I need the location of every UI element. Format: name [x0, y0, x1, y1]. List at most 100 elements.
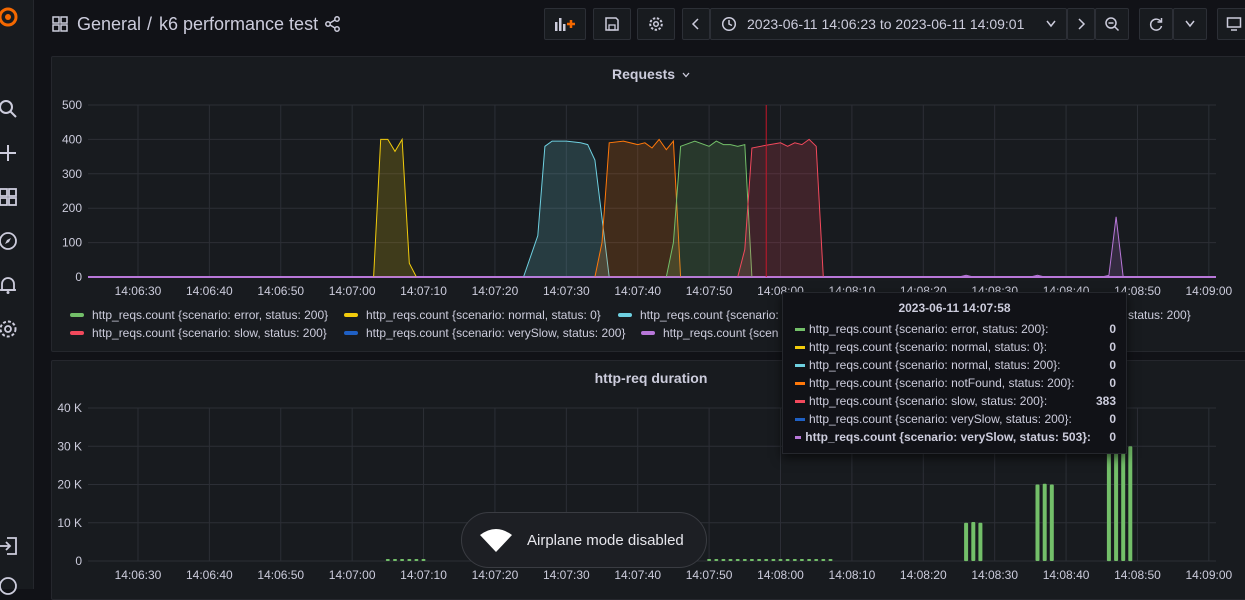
- save-icon: [605, 17, 619, 31]
- x-tick-label: 14:06:40: [186, 284, 233, 298]
- toast-message: Airplane mode disabled: [527, 531, 684, 549]
- x-tick-label: 14:06:50: [257, 284, 304, 298]
- tooltip-value: 0: [1109, 340, 1116, 354]
- time-shift-back-button[interactable]: [682, 8, 710, 40]
- tooltip-value: 383: [1095, 394, 1116, 408]
- legend-item-partial[interactable]: status: 200}: [1128, 308, 1191, 322]
- duration-bar: [742, 559, 747, 561]
- x-tick-label: 14:07:30: [543, 284, 590, 298]
- explore-compass-icon[interactable]: [0, 230, 19, 252]
- series-area: [523, 141, 610, 277]
- x-tick-label: 14:08:20: [900, 568, 947, 582]
- chevron-down-icon: [1046, 20, 1056, 28]
- share-icon[interactable]: [324, 15, 342, 33]
- refresh-button[interactable]: [1139, 8, 1173, 40]
- y-tick-label: 100: [62, 236, 82, 250]
- gear-icon: [649, 17, 663, 31]
- duration-bar: [1049, 484, 1054, 561]
- duration-bar: [421, 559, 426, 561]
- refresh-interval-dropdown[interactable]: [1173, 8, 1207, 40]
- duration-bar: [799, 559, 804, 561]
- panel-title[interactable]: Requests: [52, 66, 1245, 82]
- chevron-down-icon: [1185, 20, 1195, 28]
- duration-bar: [828, 559, 833, 561]
- dashboard-title[interactable]: k6 performance test: [159, 14, 318, 35]
- x-tick-label: 14:07:30: [543, 568, 590, 582]
- duration-bar: [1035, 484, 1040, 561]
- dashboard-navbar: General / k6 performance test 2023-06-11…: [34, 0, 1245, 50]
- y-tick-label: 20 K: [57, 478, 82, 492]
- duration-bar: [735, 559, 740, 561]
- tooltip-value: 0: [1109, 322, 1116, 336]
- time-range-label: 2023-06-11 14:06:23 to 2023-06-11 14:09:…: [747, 16, 1025, 32]
- y-tick-label: 10 K: [57, 516, 82, 530]
- tooltip-swatch: [795, 435, 802, 439]
- time-range-picker[interactable]: 2023-06-11 14:06:23 to 2023-06-11 14:09:…: [710, 8, 1067, 40]
- create-plus-icon[interactable]: [0, 142, 19, 164]
- x-tick-label: 14:08:30: [971, 568, 1018, 582]
- legend-item[interactable]: http_reqs.count {scen: [641, 326, 778, 340]
- dashboards-grid-icon[interactable]: [0, 186, 19, 208]
- legend-swatch: [70, 331, 84, 335]
- settings-cog-icon[interactable]: [0, 318, 19, 340]
- duration-bar: [821, 559, 826, 561]
- y-tick-label: 500: [62, 98, 82, 112]
- y-tick-label: 0: [75, 554, 82, 568]
- view-mode-button[interactable]: [1217, 8, 1245, 40]
- tooltip-value: 0: [1109, 376, 1116, 390]
- x-tick-label: 14:07:20: [472, 284, 519, 298]
- legend-item[interactable]: http_reqs.count {scenario: error, status…: [70, 308, 328, 322]
- search-icon[interactable]: [0, 98, 19, 120]
- duration-bar: [749, 559, 754, 561]
- tooltip-label: http_reqs.count {scenario: error, status…: [809, 322, 1049, 336]
- x-tick-label: 14:06:50: [257, 568, 304, 582]
- tooltip-row: http_reqs.count {scenario: error, status…: [795, 320, 1116, 338]
- x-tick-label: 14:07:10: [400, 568, 447, 582]
- help-icon[interactable]: [0, 575, 19, 597]
- duration-bar: [1114, 444, 1119, 561]
- legend-swatch: [70, 313, 84, 317]
- tooltip-label: http_reqs.count {scenario: normal, statu…: [809, 340, 1048, 354]
- duration-bar: [707, 559, 712, 561]
- grafana-logo-icon[interactable]: [0, 6, 19, 28]
- series-area: [737, 139, 824, 277]
- tooltip-swatch: [795, 399, 805, 403]
- x-tick-label: 14:09:00: [1186, 568, 1233, 582]
- x-tick-label: 14:07:10: [400, 284, 447, 298]
- x-tick-label: 14:07:50: [686, 568, 733, 582]
- x-tick-label: 14:08:00: [757, 568, 804, 582]
- alerting-bell-icon[interactable]: [0, 274, 19, 296]
- legend-item[interactable]: http_reqs.count {scenario: normal, statu…: [344, 308, 601, 322]
- requests-chart[interactable]: 0 100 200 300 400 500 14:06:30 14:06:40 14:06:50…: [52, 95, 1242, 305]
- chevron-left-icon: [691, 18, 699, 30]
- add-panel-button[interactable]: [544, 8, 586, 40]
- duration-bar: [728, 559, 733, 561]
- x-tick-label: 14:08:50: [1114, 568, 1161, 582]
- tooltip-row: http_reqs.count {scenario: notFound, sta…: [795, 374, 1116, 392]
- save-dashboard-button[interactable]: [593, 8, 631, 40]
- duration-bar: [393, 559, 397, 561]
- zoom-out-button[interactable]: [1095, 8, 1129, 40]
- duration-bar: [807, 559, 812, 561]
- time-shift-forward-button[interactable]: [1067, 8, 1095, 40]
- x-tick-label: 14:06:30: [115, 284, 162, 298]
- duration-bar: [764, 559, 769, 561]
- monitor-icon: [1226, 17, 1242, 31]
- tooltip-swatch: [795, 327, 805, 331]
- tooltip-swatch: [795, 345, 805, 349]
- duration-bar: [757, 559, 762, 561]
- tooltip-label: http_reqs.count {scenario: verySlow, sta…: [805, 430, 1091, 444]
- duration-bar: [971, 522, 976, 561]
- legend-item[interactable]: http_reqs.count {scenario: verySlow, sta…: [344, 326, 626, 340]
- sign-in-icon[interactable]: [0, 535, 19, 557]
- breadcrumb-separator: /: [147, 14, 153, 34]
- tooltip-row: http_reqs.count {scenario: verySlow, sta…: [795, 428, 1116, 446]
- dashboard-settings-button[interactable]: [637, 8, 675, 40]
- legend-item[interactable]: http_reqs.count {scenario: slow, status:…: [70, 326, 327, 340]
- tooltip-swatch: [795, 363, 805, 367]
- legend-item[interactable]: http_reqs.count {scenario:: [618, 308, 779, 322]
- breadcrumb-folder[interactable]: General: [77, 14, 141, 35]
- y-tick-label: 40 K: [57, 401, 82, 415]
- legend-swatch: [618, 313, 632, 317]
- legend-swatch: [344, 331, 358, 335]
